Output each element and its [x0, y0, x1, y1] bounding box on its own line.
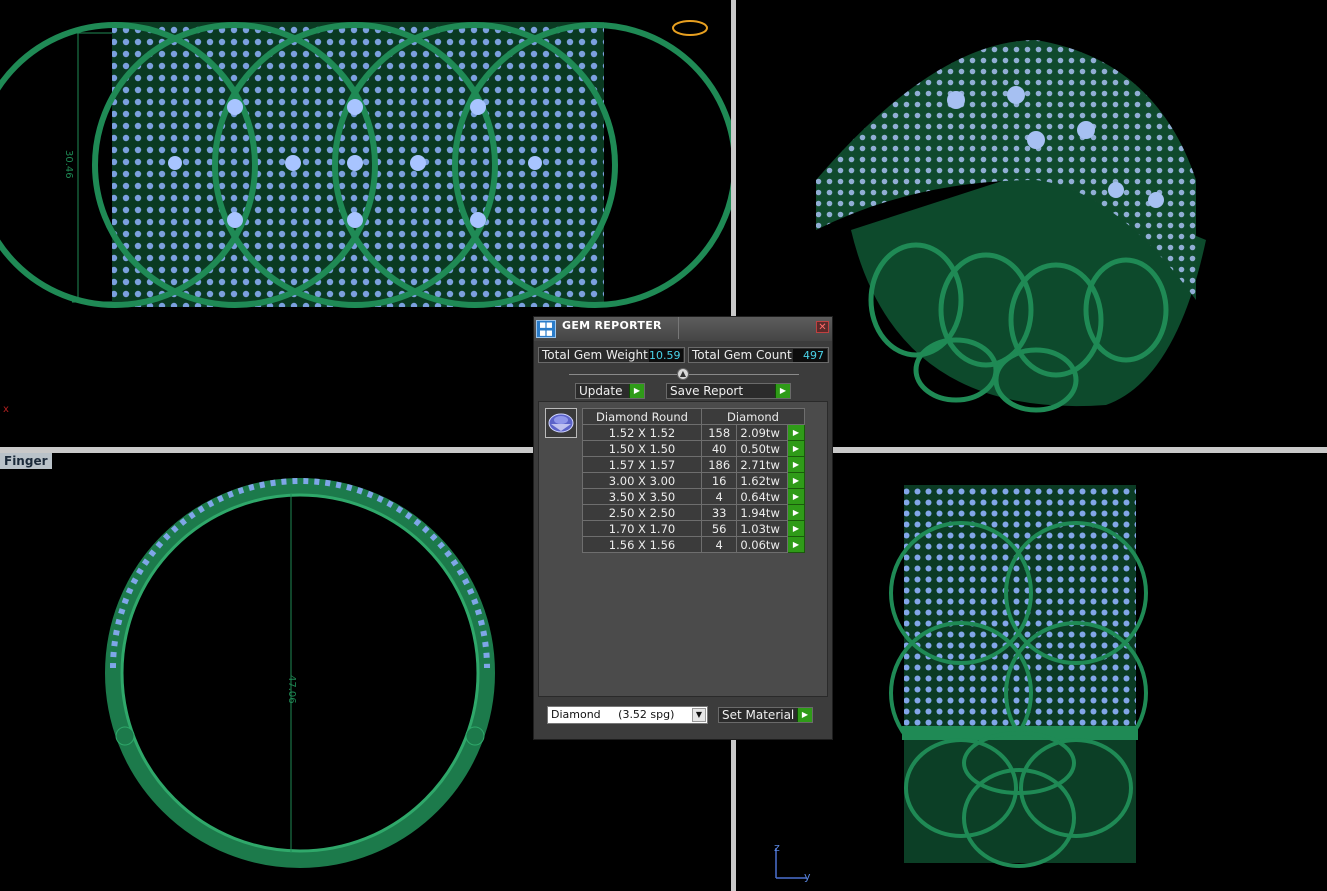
total-gem-count-label: Total Gem Count: [692, 348, 792, 362]
play-arrow-icon: ▶: [629, 384, 644, 398]
axis-z-label: z: [774, 841, 780, 854]
round-diamond-icon[interactable]: [545, 408, 577, 438]
row-arrow-icon[interactable]: ▶: [786, 536, 806, 553]
row-arrow-icon[interactable]: ▶: [786, 504, 806, 521]
gem-count: 16: [700, 472, 738, 489]
row-arrow-icon[interactable]: ▶: [786, 424, 806, 441]
gem-reporter-logo-icon: ■■ ■■: [536, 320, 556, 338]
gem-weight: 1.62tw: [736, 472, 788, 489]
total-gem-weight-value: 10.59: [649, 349, 683, 362]
gem-count: 158: [700, 424, 738, 441]
gem-weight: 2.71tw: [736, 456, 788, 473]
gem-weight: 2.09tw: [736, 424, 788, 441]
table-row[interactable]: 1.57 X 1.57 186 2.71tw ▶: [582, 456, 806, 473]
gem-weight: 0.64tw: [736, 488, 788, 505]
row-arrow-icon[interactable]: ▶: [786, 488, 806, 505]
material-select[interactable]: Diamond (3.52 spg) ▼: [547, 706, 708, 724]
total-gem-count-box: Total Gem Count 497: [688, 347, 829, 363]
gem-weight: 0.06tw: [736, 536, 788, 553]
row-arrow-icon[interactable]: ▶: [786, 472, 806, 489]
gem-count: 56: [700, 520, 738, 537]
front-dimension-label: 30.46: [63, 150, 74, 179]
table-row[interactable]: 3.50 X 3.50 4 0.64tw ▶: [582, 488, 806, 505]
gem-list-panel: Diamond Round Diamond 1.52 X 1.52 158 2.…: [538, 401, 828, 697]
row-arrow-icon[interactable]: ▶: [786, 440, 806, 457]
gem-size: 3.50 X 3.50: [582, 488, 702, 505]
save-report-button[interactable]: Save Report ▶: [666, 383, 791, 399]
gem-size: 1.56 X 1.56: [582, 536, 702, 553]
gem-count: 4: [700, 488, 738, 505]
gem-size: 1.70 X 1.70: [582, 520, 702, 537]
total-gem-weight-label: Total Gem Weight: [542, 348, 648, 362]
table-row[interactable]: 1.52 X 1.52 158 2.09tw ▶: [582, 424, 806, 441]
finger-dimension-label: 47.06: [286, 675, 297, 704]
gem-weight: 1.94tw: [736, 504, 788, 521]
row-arrow-icon[interactable]: ▶: [786, 520, 806, 537]
material-select-value: Diamond (3.52 spg): [551, 708, 675, 721]
gem-weight: 0.50tw: [736, 440, 788, 457]
gem-count: 40: [700, 440, 738, 457]
table-row[interactable]: 1.56 X 1.56 4 0.06tw ▶: [582, 536, 806, 553]
table-row[interactable]: 2.50 X 2.50 33 1.94tw ▶: [582, 504, 806, 521]
table-row[interactable]: 3.00 X 3.00 16 1.62tw ▶: [582, 472, 806, 489]
dialog-titlebar[interactable]: ■■ ■■ GEM REPORTER ✕: [534, 317, 832, 341]
gem-table: Diamond Round Diamond 1.52 X 1.52 158 2.…: [582, 408, 806, 553]
gem-weight: 1.03tw: [736, 520, 788, 537]
gem-size: 3.00 X 3.00: [582, 472, 702, 489]
gem-count: 33: [700, 504, 738, 521]
chevron-down-icon: ▼: [692, 708, 706, 722]
gem-size: 1.57 X 1.57: [582, 456, 702, 473]
column-header-shape: Diamond Round: [582, 408, 702, 425]
update-button-label: Update: [579, 384, 623, 398]
set-material-button-label: Set Material: [722, 708, 795, 722]
gem-count: 186: [700, 456, 738, 473]
gem-reporter-dialog: ■■ ■■ GEM REPORTER ✕ Total Gem Weight 10.…: [533, 316, 833, 740]
play-arrow-icon: ▶: [775, 384, 790, 398]
x-axis-marker: x: [3, 404, 9, 415]
gem-size: 2.50 X 2.50: [582, 504, 702, 521]
update-button[interactable]: Update ▶: [575, 383, 645, 399]
collapse-toggle-icon[interactable]: ▲: [677, 368, 689, 380]
row-arrow-icon[interactable]: ▶: [786, 456, 806, 473]
total-gem-weight-box: Total Gem Weight 10.59: [538, 347, 685, 363]
table-row[interactable]: 1.50 X 1.50 40 0.50tw ▶: [582, 440, 806, 457]
play-arrow-icon: ▶: [797, 708, 812, 722]
gem-count: 4: [700, 536, 738, 553]
save-report-button-label: Save Report: [670, 384, 744, 398]
gem-size: 1.52 X 1.52: [582, 424, 702, 441]
set-material-button[interactable]: Set Material ▶: [718, 707, 813, 723]
total-gem-count-value: 497: [793, 349, 827, 362]
column-header-material: Diamond: [701, 408, 805, 425]
axis-y-label: y: [804, 870, 811, 883]
close-icon[interactable]: ✕: [816, 321, 829, 333]
gem-size: 1.50 X 1.50: [582, 440, 702, 457]
table-row[interactable]: 1.70 X 1.70 56 1.03tw ▶: [582, 520, 806, 537]
dialog-title: GEM REPORTER: [562, 319, 662, 332]
